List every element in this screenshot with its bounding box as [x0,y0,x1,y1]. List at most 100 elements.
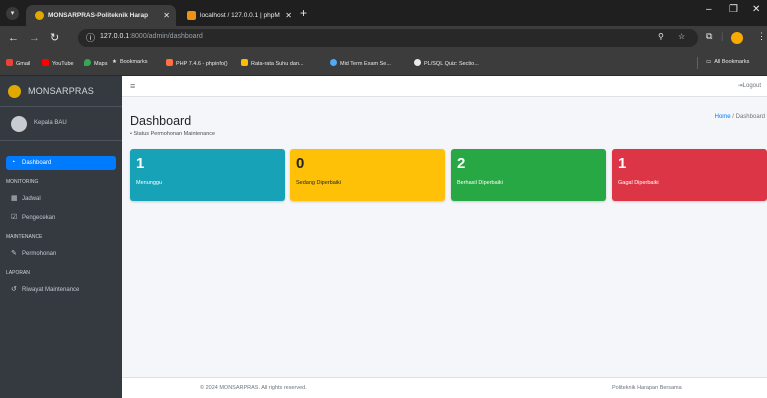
bookmark-label: PL/SQL Quiz: Sectio... [424,61,479,67]
bookmarks-divider [697,57,698,69]
tachometer-icon: ◔ [11,159,16,166]
page-subtitle: • Status Permohonan Maintenance [130,131,215,137]
stat-count: 1 [136,155,145,172]
breadcrumb: Home / Dashboard [715,114,765,120]
tab-phpmyadmin[interactable]: localhost / 127.0.0.1 | phpMyAd ✕ [178,5,298,26]
page-title: Dashboard [130,114,192,128]
footer-copyright: © 2024 MONSARPRAS. All rights reserved. [200,385,307,391]
sidebar-item-permohonan[interactable]: ✎ Permohonan [6,247,116,261]
star-icon: ★ [112,59,117,65]
bookmark-label: Bookmarks [119,59,148,65]
all-bookmarks[interactable]: ▭ All Bookmarks [706,59,749,65]
logout-link[interactable]: ⇥Logout [738,82,761,89]
all-bookmarks-label: All Bookmarks [714,59,750,65]
brand-name: MONSARPRAS [28,86,95,96]
bookmark-maps[interactable]: Maps [84,59,107,67]
stat-count: 2 [457,155,466,172]
brand-link[interactable]: MONSARPRAS [0,76,122,107]
tab-title: localhost / 127.0.0.1 | phpMyAd [200,12,280,19]
bookmark-label: YouTube [52,61,74,67]
address-bar[interactable]: ⓘ 127.0.0.1:8000/admin/dashboard ⚲ ☆ [78,29,698,47]
page-subtitle-text: Status Permohonan Maintenance [133,131,216,137]
bookmark-label: Gmail [16,61,31,67]
stat-count: 1 [618,155,627,172]
bookmark-label: Mid Term Exam Se... [340,61,391,67]
bookmark-star-icon[interactable]: ☆ [678,32,685,41]
sidebar-header-laporan: LAPORAN [6,270,30,276]
footer-org: Politeknik Harapan Bersama [612,385,682,391]
back-arrow-icon[interactable]: ← [8,30,19,46]
breadcrumb-separator: / [732,114,734,120]
maps-icon [84,59,91,66]
edit-icon: ✎ [11,250,17,257]
stat-card-menunggu[interactable]: 1 Menunggu [130,149,285,201]
phpmyadmin-favicon-icon [187,11,196,20]
profile-avatar-icon[interactable] [731,32,743,44]
browser-tab-bar: ▾ MONSARPRAS-Politeknik Harap ✕ localhos… [0,0,767,26]
url-host: 127.0.0.1 [100,33,130,40]
browser-toolbar: ← → ↻ ⓘ 127.0.0.1:8000/admin/dashboard ⚲… [0,26,767,50]
bookmark-gmail[interactable]: Gmail [6,59,30,67]
globe-icon [330,59,337,66]
monsarpras-favicon-icon [35,11,44,20]
bullet-icon: • [130,131,132,137]
bookmark-mid-term-exam[interactable]: Mid Term Exam Se... [330,59,391,67]
bookmark-youtube[interactable]: YouTube [42,59,74,67]
breadcrumb-current: Dashboard [735,114,765,120]
minimize-icon[interactable]: – [706,4,712,15]
bookmark-rata-rata-suhu[interactable]: Rata-rata Suhu dan... [241,59,304,67]
calendar-icon: ▦ [11,195,18,202]
tab-monsarpras[interactable]: MONSARPRAS-Politeknik Harap ✕ [26,5,176,26]
restore-icon[interactable]: ❐ [729,4,738,15]
php-icon [166,59,173,66]
new-tab-icon[interactable]: + [300,5,307,21]
extensions-icon[interactable]: ⧉ [706,31,712,42]
gmail-icon [6,59,13,66]
tab-close-icon[interactable]: ✕ [163,5,170,26]
sidebar-item-pengecekan[interactable]: ☑ Pengecekan [6,211,116,225]
toolbar-divider: | [721,31,724,41]
footer: © 2024 MONSARPRAS. All rights reserved. … [122,377,767,398]
stat-card-berhasil-diperbaiki[interactable]: 2 Berhasil Diperbaiki [451,149,606,201]
sidebar-item-dashboard[interactable]: ◔ Dashboard [6,156,116,170]
tab-title: MONSARPRAS-Politeknik Harap [48,12,149,19]
youtube-icon [42,59,49,66]
bookmarks-bar: Gmail YouTube Maps ★ Bookmarks PHP 7.4.6 … [0,50,767,76]
bookmark-phpinfo[interactable]: PHP 7.4.6 - phpinfo() [166,59,228,67]
top-navbar: ≡ ⇥Logout [122,76,767,97]
sidebar-item-label: Pengecekan [22,215,56,221]
hamburger-menu-icon[interactable]: ≡ [130,81,135,91]
sidebar-item-label: Riwayat Maintenance [22,287,80,293]
url-path: :8000/admin/dashboard [129,33,203,40]
sidebar-item-label: Jadwal [22,196,41,202]
sidebar-item-riwayat[interactable]: ↺ Riwayat Maintenance [6,283,116,297]
bookmark-label: PHP 7.4.6 - phpinfo() [176,61,228,67]
stat-count: 0 [296,155,305,172]
tab-close-icon[interactable]: ✕ [285,5,292,26]
menu-kebab-icon[interactable]: ⋮ [757,31,766,42]
stat-label: Sedang Diperbaiki [296,180,341,186]
logout-label: Logout [742,83,761,89]
stat-card-sedang-diperbaiki[interactable]: 0 Sedang Diperbaiki [290,149,445,201]
forward-arrow-icon[interactable]: → [29,30,40,46]
close-window-icon[interactable]: ✕ [752,4,760,15]
url-text: 127.0.0.1:8000/admin/dashboard [100,33,203,40]
bookmark-bookmarks[interactable]: ★ Bookmarks [112,59,147,65]
brand-logo-icon [8,85,21,98]
github-icon [414,59,421,66]
site-info-icon[interactable]: ⓘ [86,31,95,44]
stat-label: Gagal Diperbaiki [618,180,659,186]
stat-card-gagal-diperbaiki[interactable]: 1 Gagal Diperbaiki [612,149,767,201]
tab-search-icon[interactable]: ▾ [6,7,19,20]
sidebar-item-jadwal[interactable]: ▦ Jadwal [6,192,116,206]
sidebar-item-label: Dashboard [22,160,52,166]
sidebar-header-maintenance: MAINTENANCE [6,234,43,240]
user-panel[interactable]: Kepala BAU [0,107,122,141]
folder-icon: ▭ [706,59,712,65]
zoom-icon[interactable]: ⚲ [658,32,664,41]
stat-label: Menunggu [136,180,162,186]
breadcrumb-home-link[interactable]: Home [715,114,731,120]
reload-icon[interactable]: ↻ [50,30,59,46]
bookmark-plsql-quiz[interactable]: PL/SQL Quiz: Sectio... [414,59,479,67]
content-wrapper: Dashboard • Status Permohonan Maintenanc… [122,97,767,377]
